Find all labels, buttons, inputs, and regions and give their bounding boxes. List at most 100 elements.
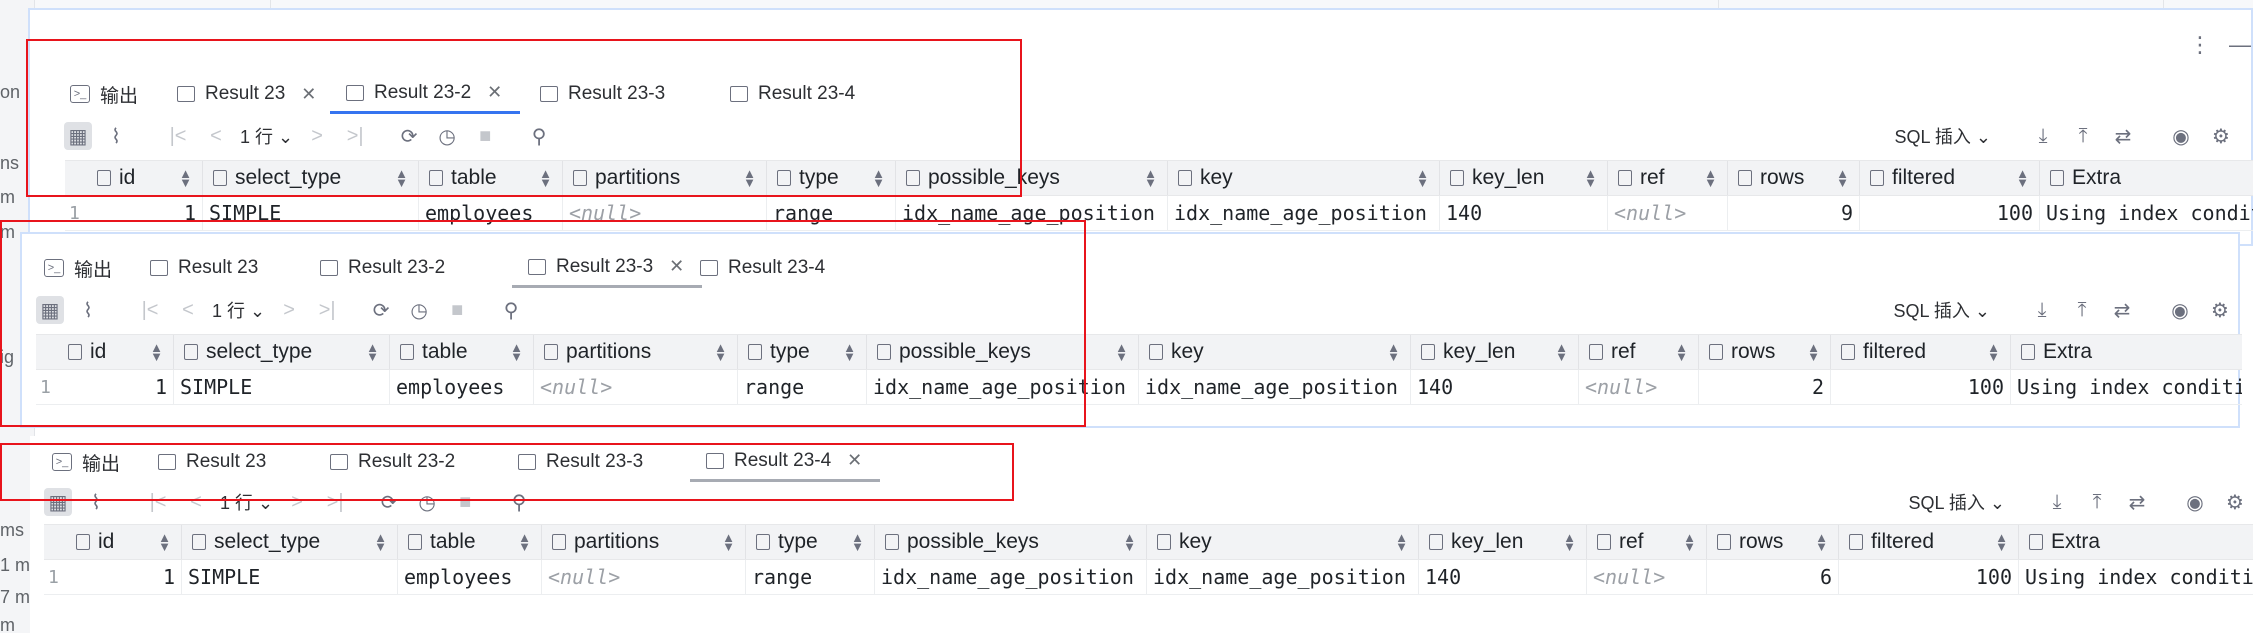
sql-insert-dropdown[interactable]: SQL 插入 ⌄ xyxy=(1895,123,1991,149)
column-header-key[interactable]: key ▲ ▼ xyxy=(1147,525,1419,559)
column-header-ref[interactable]: ref ▲ ▼ xyxy=(1579,335,1699,369)
cell-filtered[interactable]: 100 xyxy=(1839,560,2019,594)
cell-id[interactable]: 1 xyxy=(66,560,182,594)
column-label: id xyxy=(98,530,115,553)
cell-key-len[interactable]: 140 xyxy=(1419,560,1587,594)
cell-partitions[interactable]: <null> xyxy=(542,560,746,594)
sort-icon[interactable]: ▲ ▼ xyxy=(1395,531,1408,553)
sql-insert-label: SQL 插入 xyxy=(1894,127,1971,147)
sort-icon[interactable]: ▲ ▼ xyxy=(1563,531,1576,553)
column-header-rows[interactable]: rows ▲ ▼ xyxy=(1728,161,1860,195)
upload-icon[interactable]: ⤒ xyxy=(2069,122,2097,150)
sql-insert-dropdown[interactable]: SQL 插入 ⌄ xyxy=(1894,297,1990,323)
cell-key[interactable]: idx_name_age_position xyxy=(1147,560,1419,594)
sort-icon[interactable]: ▲ ▼ xyxy=(851,531,864,553)
sort-icon[interactable]: ▲ ▼ xyxy=(1123,531,1136,553)
column-header-filtered[interactable]: filtered ▲ ▼ xyxy=(1860,161,2040,195)
download-icon[interactable]: ⤓ xyxy=(2029,122,2057,150)
sort-icon[interactable]: ▲ ▼ xyxy=(374,531,387,553)
sql-insert-dropdown[interactable]: SQL 插入 ⌄ xyxy=(1909,489,2005,515)
column-header-filtered[interactable]: filtered ▲ ▼ xyxy=(1831,335,2011,369)
download-icon[interactable]: ⤓ xyxy=(2043,488,2071,516)
sql-insert-label: SQL 插入 xyxy=(1908,493,1985,513)
column-header-extra[interactable]: Extra xyxy=(2011,335,2242,369)
edge-text: ns xyxy=(0,153,20,173)
settings-icon[interactable]: ⚙ xyxy=(2206,296,2234,324)
compare-icon[interactable]: ⇄ xyxy=(2109,122,2137,150)
column-header-rows[interactable]: rows ▲ ▼ xyxy=(1699,335,1831,369)
cell-filtered[interactable]: 100 xyxy=(1831,370,2011,404)
annotation-box xyxy=(0,220,1086,427)
column-label: key_len xyxy=(1451,530,1524,553)
compare-icon[interactable]: ⇄ xyxy=(2108,296,2136,324)
sort-icon[interactable]: ▲ ▼ xyxy=(722,531,735,553)
column-header-ref[interactable]: ref ▲ ▼ xyxy=(1608,161,1728,195)
column-header-key[interactable]: key ▲ ▼ xyxy=(1168,161,1440,195)
sort-icon[interactable]: ▲ ▼ xyxy=(1815,531,1828,553)
column-header-rows[interactable]: rows ▲ ▼ xyxy=(1707,525,1839,559)
sort-icon[interactable]: ▲ ▼ xyxy=(1584,167,1597,189)
upload-icon[interactable]: ⤒ xyxy=(2068,296,2096,324)
cell-possible-keys[interactable]: idx_name_age_position xyxy=(875,560,1147,594)
column-header-ref[interactable]: ref ▲ ▼ xyxy=(1587,525,1707,559)
cell-ref[interactable]: <null> xyxy=(1587,560,1707,594)
sort-icon[interactable]: ▲ ▼ xyxy=(1704,167,1717,189)
sort-icon[interactable]: ▲ ▼ xyxy=(1387,341,1400,363)
cell-filtered[interactable]: 100 xyxy=(1860,196,2040,230)
sort-icon[interactable]: ▲ ▼ xyxy=(158,531,171,553)
cell-rows[interactable]: 2 xyxy=(1699,370,1831,404)
column-header-filtered[interactable]: filtered ▲ ▼ xyxy=(1839,525,2019,559)
sort-icon[interactable]: ▲ ▼ xyxy=(1115,341,1128,363)
cell-extra[interactable]: Using index condition xyxy=(2019,560,2253,594)
column-header-key-len[interactable]: key_len ▲ ▼ xyxy=(1419,525,1587,559)
sort-icon[interactable]: ▲ ▼ xyxy=(1555,341,1568,363)
sort-icon[interactable]: ▲ ▼ xyxy=(2016,167,2029,189)
column-icon xyxy=(2021,344,2035,360)
column-header-type[interactable]: type ▲ ▼ xyxy=(746,525,875,559)
view-icon[interactable]: ◉ xyxy=(2167,122,2195,150)
column-header-key-len[interactable]: key_len ▲ ▼ xyxy=(1411,335,1579,369)
sort-icon[interactable]: ▲ ▼ xyxy=(518,531,531,553)
column-header-extra[interactable]: Extra xyxy=(2040,161,2253,195)
settings-icon[interactable]: ⚙ xyxy=(2221,488,2249,516)
column-header-possible-keys[interactable]: possible_keys ▲ ▼ xyxy=(875,525,1147,559)
column-header-key[interactable]: key ▲ ▼ xyxy=(1139,335,1411,369)
cell-type[interactable]: range xyxy=(746,560,875,594)
cell-rows[interactable]: 9 xyxy=(1728,196,1860,230)
compare-icon[interactable]: ⇄ xyxy=(2123,488,2151,516)
download-icon[interactable]: ⤓ xyxy=(2028,296,2056,324)
upload-icon[interactable]: ⤒ xyxy=(2083,488,2111,516)
cell-ref[interactable]: <null> xyxy=(1608,196,1728,230)
cell-ref[interactable]: <null> xyxy=(1579,370,1699,404)
cell-key-len[interactable]: 140 xyxy=(1411,370,1579,404)
column-header-id[interactable]: id ▲ ▼ xyxy=(66,525,182,559)
sort-icon[interactable]: ▲ ▼ xyxy=(1144,167,1157,189)
settings-icon[interactable]: ⚙ xyxy=(2207,122,2235,150)
more-options-icon[interactable]: ⋮ xyxy=(2189,32,2211,58)
cell-key[interactable]: idx_name_age_position xyxy=(1168,196,1440,230)
column-header-partitions[interactable]: partitions ▲ ▼ xyxy=(542,525,746,559)
cell-extra[interactable]: Using index condition xyxy=(2011,370,2242,404)
view-icon[interactable]: ◉ xyxy=(2166,296,2194,324)
sort-icon[interactable]: ▲ ▼ xyxy=(1683,531,1696,553)
sort-icon[interactable]: ▲ ▼ xyxy=(1836,167,1849,189)
sort-icon[interactable]: ▲ ▼ xyxy=(1987,341,2000,363)
sort-icon[interactable]: ▲ ▼ xyxy=(1807,341,1820,363)
cell-extra[interactable]: Using index condition xyxy=(2040,196,2253,230)
column-header-extra[interactable]: Extra xyxy=(2019,525,2253,559)
column-header-select-type[interactable]: select_type ▲ ▼ xyxy=(182,525,398,559)
cell-select-type[interactable]: SIMPLE xyxy=(182,560,398,594)
column-header-key-len[interactable]: key_len ▲ ▼ xyxy=(1440,161,1608,195)
cell-key-len[interactable]: 140 xyxy=(1440,196,1608,230)
column-label: table xyxy=(430,530,476,553)
sort-icon[interactable]: ▲ ▼ xyxy=(1995,531,2008,553)
view-icon[interactable]: ◉ xyxy=(2181,488,2209,516)
table-row[interactable]: 1 1 SIMPLE employees <null> range idx_na… xyxy=(44,560,2253,595)
sort-icon[interactable]: ▲ ▼ xyxy=(1416,167,1429,189)
sort-icon[interactable]: ▲ ▼ xyxy=(1675,341,1688,363)
column-header-table[interactable]: table ▲ ▼ xyxy=(398,525,542,559)
cell-table[interactable]: employees xyxy=(398,560,542,594)
cell-rows[interactable]: 6 xyxy=(1707,560,1839,594)
minimize-icon[interactable]: — xyxy=(2229,32,2251,58)
cell-key[interactable]: idx_name_age_position xyxy=(1139,370,1411,404)
